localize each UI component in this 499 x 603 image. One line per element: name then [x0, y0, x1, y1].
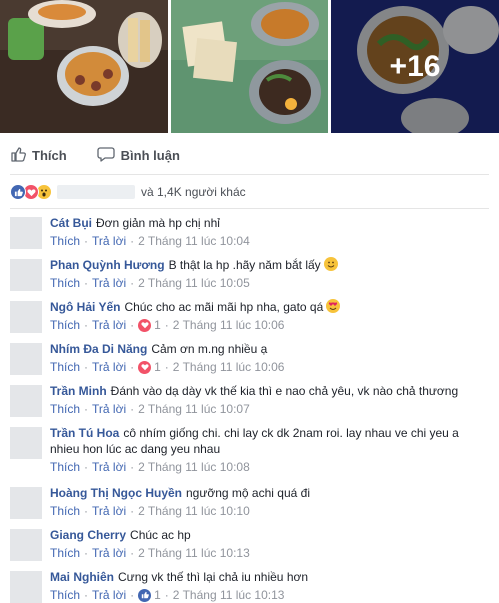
- divider: [10, 208, 489, 209]
- more-photos-count: +16: [389, 49, 441, 83]
- commenter-name[interactable]: Mai Nghiên: [50, 570, 114, 584]
- comment-timestamp[interactable]: 2 Tháng 11 lúc 10:06: [173, 318, 285, 332]
- reaction-count[interactable]: 1: [154, 318, 161, 332]
- reaction-count[interactable]: 1: [154, 360, 161, 374]
- commenter-name[interactable]: Hoàng Thị Ngọc Huyền: [50, 486, 182, 500]
- comment-timestamp[interactable]: 2 Tháng 11 lúc 10:10: [138, 504, 250, 518]
- comment-like-link[interactable]: Thích: [50, 546, 80, 560]
- smile-emoji-icon: [323, 257, 338, 271]
- comment-item: Trần Minh Đánh vào dạ dày vk thế kia thì …: [0, 378, 499, 420]
- comment-text: ngưỡng mộ achi quá đi: [186, 486, 310, 500]
- avatar[interactable]: [10, 217, 42, 249]
- comment-text: Đơn giản mà hp chị nhỉ: [96, 216, 220, 230]
- photo-3-more[interactable]: +16: [331, 0, 499, 133]
- like-reaction-icon: [10, 184, 26, 200]
- thumbs-up-icon: [10, 146, 32, 165]
- photo-strip: +16: [0, 0, 499, 133]
- comment-timestamp[interactable]: 2 Tháng 11 lúc 10:04: [138, 234, 250, 248]
- reactions-others-text: và 1,4K người khác: [141, 185, 246, 199]
- comment-timestamp[interactable]: 2 Tháng 11 lúc 10:05: [138, 276, 250, 290]
- love-reaction-icon: [138, 360, 152, 374]
- avatar[interactable]: [10, 487, 42, 519]
- comment-text: Chúc ac hp: [130, 528, 191, 542]
- comment-item: Trần Tú Hoa cô nhím giống chi. chi lay ck…: [0, 420, 499, 480]
- comment-item: Nhím Đa Di Năng Cảm ơn m.ng nhiều ạ Thích…: [0, 336, 499, 378]
- avatar[interactable]: [10, 301, 42, 333]
- comment-item: Mai Nghiên Cưng vk thế thì lại chả iu nhi…: [0, 564, 499, 603]
- comment-reply-link[interactable]: Trả lời: [92, 318, 126, 332]
- photo-2[interactable]: [171, 0, 328, 133]
- reaction-count[interactable]: 1: [154, 588, 161, 602]
- comment-like-link[interactable]: Thích: [50, 588, 80, 602]
- commenter-name[interactable]: Trần Minh: [50, 384, 107, 398]
- commenter-name[interactable]: Nhím Đa Di Năng: [50, 342, 147, 356]
- comment-timestamp[interactable]: 2 Tháng 11 lúc 10:07: [138, 402, 250, 416]
- comment-item: Cát Bụi Đơn giản mà hp chị nhỉ Thích · Trả …: [0, 210, 499, 252]
- comment-text: Chúc cho ac mãi mãi hp nha, gato qá: [124, 300, 324, 314]
- heart-eyes-emoji-icon: [326, 299, 341, 313]
- commenter-name[interactable]: Ngô Hải Yến: [50, 300, 120, 314]
- avatar[interactable]: [10, 259, 42, 291]
- avatar[interactable]: [10, 529, 42, 561]
- comment-like-link[interactable]: Thích: [50, 504, 80, 518]
- avatar[interactable]: [10, 571, 42, 603]
- comment-item: Phan Quỳnh Hương B thật la hp .hãy năm bắ…: [0, 252, 499, 294]
- comment-reply-link[interactable]: Trả lời: [92, 546, 126, 560]
- speech-bubble-icon: [97, 146, 121, 165]
- comment-text: Cưng vk thế thì lại chả iu nhiều hơn: [118, 570, 309, 584]
- comment-like-link[interactable]: Thích: [50, 360, 80, 374]
- photo-1[interactable]: [0, 0, 168, 133]
- comment-timestamp[interactable]: 2 Tháng 11 lúc 10:06: [173, 360, 285, 374]
- comment-text: Đánh vào dạ dày vk thế kia thì e nao chả…: [110, 384, 459, 398]
- comment-reply-link[interactable]: Trả lời: [92, 276, 126, 290]
- comment-item: Ngô Hải Yến Chúc cho ac mãi mãi hp nha, g…: [0, 294, 499, 336]
- comment-list: Cát Bụi Đơn giản mà hp chị nhỉ Thích · Trả …: [0, 210, 499, 603]
- avatar[interactable]: [10, 385, 42, 417]
- like-button[interactable]: Thích: [10, 146, 67, 165]
- comment-timestamp[interactable]: 2 Tháng 11 lúc 10:13: [173, 588, 285, 602]
- comment-reply-link[interactable]: Trả lời: [92, 460, 126, 474]
- commenter-name[interactable]: Giang Cherry: [50, 528, 126, 542]
- comment-like-link[interactable]: Thích: [50, 318, 80, 332]
- commenter-name[interactable]: Cát Bụi: [50, 216, 92, 230]
- like-reaction-icon: [138, 588, 152, 602]
- comment-item: Giang Cherry Chúc ac hp Thích · Trả lời · 2 T…: [0, 522, 499, 564]
- comment-item: Hoàng Thị Ngọc Huyền ngưỡng mộ achi quá đ…: [0, 480, 499, 522]
- comment-text: Cảm ơn m.ng nhiều ạ: [151, 342, 268, 356]
- comment-reply-link[interactable]: Trả lời: [92, 234, 126, 248]
- comment-like-link[interactable]: Thích: [50, 402, 80, 416]
- post-actions: Thích Bình luận: [0, 140, 210, 170]
- like-button-label: Thích: [32, 147, 67, 163]
- blurred-reactor-name: [57, 185, 135, 199]
- comment-timestamp[interactable]: 2 Tháng 11 lúc 10:08: [138, 460, 250, 474]
- divider: [10, 174, 489, 175]
- comment-like-link[interactable]: Thích: [50, 276, 80, 290]
- reactions-summary[interactable]: và 1,4K người khác: [10, 182, 246, 202]
- comment-reply-link[interactable]: Trả lời: [92, 504, 126, 518]
- love-reaction-icon: [138, 318, 152, 332]
- comment-text: B thật la hp .hãy năm bắt lấy: [168, 258, 321, 272]
- commenter-name[interactable]: Phan Quỳnh Hương: [50, 258, 165, 272]
- comment-button[interactable]: Bình luận: [97, 146, 180, 165]
- comment-button-label: Bình luận: [120, 147, 180, 163]
- comment-reply-link[interactable]: Trả lời: [92, 360, 126, 374]
- avatar[interactable]: [10, 427, 42, 459]
- comment-like-link[interactable]: Thích: [50, 460, 80, 474]
- comment-reply-link[interactable]: Trả lời: [92, 402, 126, 416]
- comment-timestamp[interactable]: 2 Tháng 11 lúc 10:13: [138, 546, 250, 560]
- comment-like-link[interactable]: Thích: [50, 234, 80, 248]
- avatar[interactable]: [10, 343, 42, 375]
- comment-reply-link[interactable]: Trả lời: [92, 588, 126, 602]
- commenter-name[interactable]: Trần Tú Hoa: [50, 426, 119, 440]
